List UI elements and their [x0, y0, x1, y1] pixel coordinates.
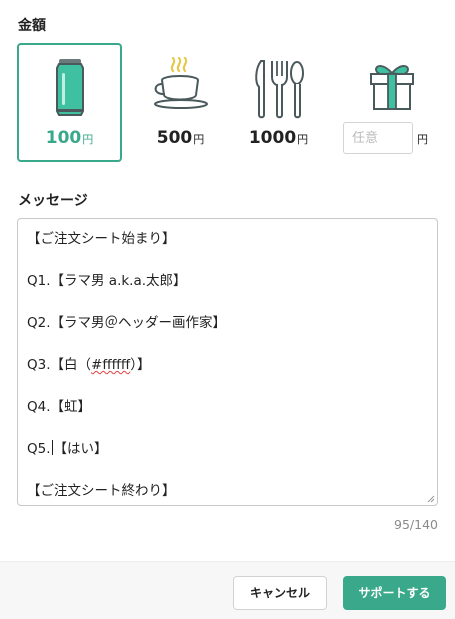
message-line: Q4.【虹】 [27, 399, 92, 415]
cancel-button[interactable]: キャンセル [233, 576, 327, 610]
support-button[interactable]: サポートする [343, 576, 446, 610]
amount-unit: 円 [297, 133, 309, 146]
resize-grip-icon[interactable] [427, 495, 435, 503]
custom-amount-input[interactable] [343, 122, 413, 154]
message-textarea[interactable]: 【ご注文シート始まり】 Q1.【ラマ男 a.k.a.太郎】 Q2.【ラマ男＠ヘッ… [17, 218, 438, 506]
amount-unit: 円 [193, 133, 205, 146]
fork-knife-spoon-icon [254, 60, 304, 119]
message-line: 【ご注文シート始まり】 [27, 231, 176, 247]
text-caret [51, 440, 53, 455]
message-line: Q5. 【はい】 [27, 440, 108, 457]
amount-option-500[interactable]: 500円 [128, 43, 233, 162]
drink-can-icon [55, 59, 84, 116]
message-label: メッセージ [18, 193, 88, 209]
amount-unit: 円 [82, 133, 94, 146]
gift-box-icon [370, 65, 414, 110]
message-line: Q3.【白（#ffffff）】 [27, 357, 151, 373]
message-line: Q1.【ラマ男 a.k.a.太郎】 [27, 273, 187, 289]
character-count: 95/140 [394, 517, 438, 532]
amount-value: 1000 [248, 128, 297, 148]
message-line: Q2.【ラマ男＠ヘッダー画作家】 [27, 315, 227, 331]
amount-label: 金額 [18, 18, 46, 34]
amount-value: 500 [156, 128, 193, 148]
amount-option-100[interactable]: 100円 [17, 43, 122, 162]
amount-value: 100 [45, 128, 82, 148]
spellcheck-word: #ffffff [91, 357, 131, 373]
message-line: 【ご注文シート終わり】 [27, 483, 176, 499]
custom-amount-unit: 円 [417, 133, 428, 146]
amount-option-1000[interactable]: 1000円 [226, 43, 331, 162]
coffee-cup-icon [153, 57, 208, 109]
